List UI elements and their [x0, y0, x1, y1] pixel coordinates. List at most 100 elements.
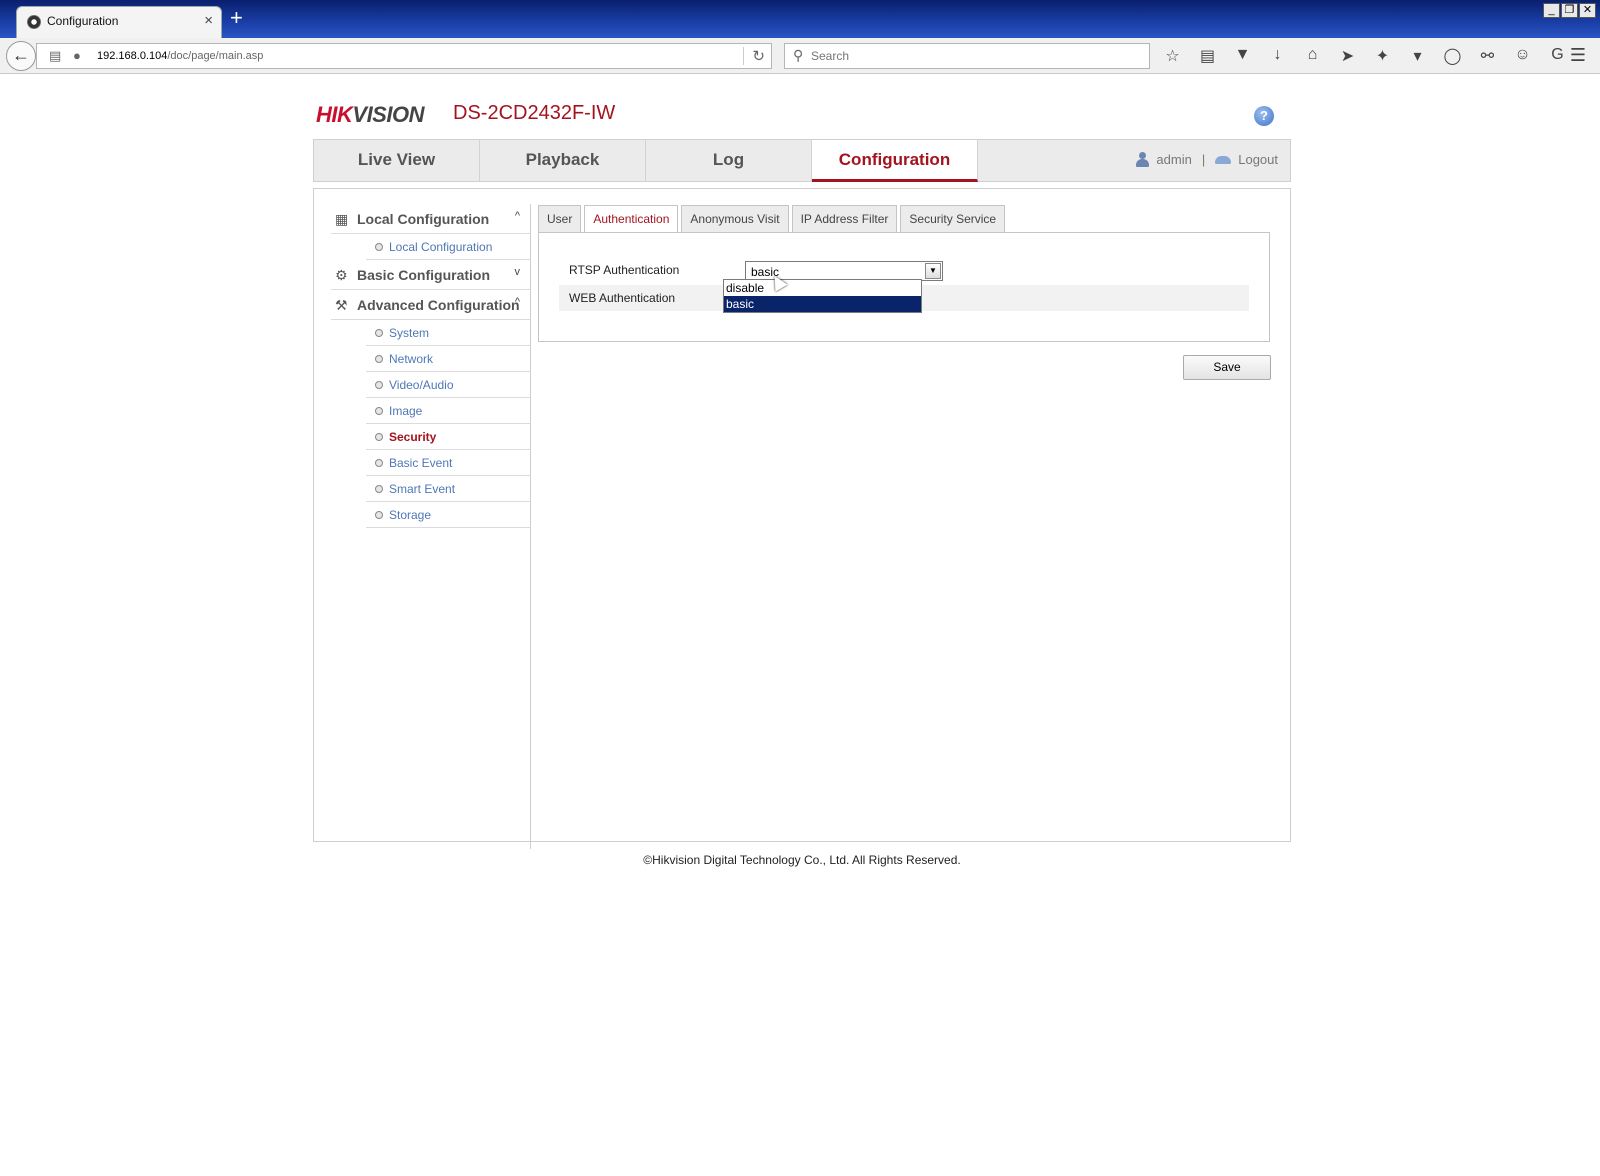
send-icon[interactable]: ➤ [1337, 46, 1358, 66]
sidebar-section-advanced[interactable]: ⚒ Advanced Configuration ^ [331, 290, 530, 320]
option-disable[interactable]: disable [724, 280, 921, 296]
gear-icon: ⚙ [335, 267, 348, 283]
separator: | [1201, 152, 1206, 167]
username: admin [1156, 152, 1192, 167]
chevron-down-icon[interactable]: ▼ [925, 263, 941, 279]
sync-icon[interactable]: ⚯ [1477, 46, 1498, 66]
minimize-button[interactable]: _ [1543, 3, 1560, 18]
reload-icon[interactable]: ↻ [743, 47, 765, 65]
url-bar[interactable]: ▤ ● 192.168.0.104/doc/page/main.asp ↻ [36, 43, 772, 69]
chat-icon[interactable]: ☺ [1512, 46, 1533, 66]
window-controls: _ ❐ ✕ [1543, 3, 1596, 18]
browser-search[interactable]: ⚲ [784, 43, 1150, 69]
bullet-icon [375, 243, 383, 251]
rtsp-auth-dropdown-list: disable basic [723, 279, 922, 313]
sidebar-item-basic-event[interactable]: Basic Event [366, 450, 530, 476]
nav-tab-log[interactable]: Log [646, 140, 812, 182]
user-icon [1135, 152, 1150, 167]
sidebar-section-local[interactable]: ▦ Local Configuration ^ [331, 204, 530, 234]
tab-anonymous-visit[interactable]: Anonymous Visit [681, 205, 789, 233]
toolbar-icons: ☆ ▤ ▼ ↓ ⌂ ➤ ✦ ▾ ◯ ⚯ ☺ G [1162, 46, 1568, 66]
sidebar-item-label: Smart Event [389, 482, 456, 496]
history-icon[interactable]: ▤ [49, 48, 61, 64]
new-tab-button[interactable]: + [230, 6, 243, 30]
tab-authentication[interactable]: Authentication [584, 205, 679, 233]
bullet-icon [375, 407, 383, 415]
web-page: HIKVISION DS-2CD2432F-IW ? Live View Pla… [0, 74, 1600, 1176]
pocket-icon[interactable]: ▼ [1232, 46, 1253, 66]
sidebar-item-label: Network [389, 352, 434, 366]
nav-tab-playback[interactable]: Playback [480, 140, 646, 182]
device-model: DS-2CD2432F-IW [453, 102, 616, 124]
security-subtabs: User Authentication Anonymous Visit IP A… [538, 205, 1006, 233]
option-basic[interactable]: basic [724, 296, 921, 312]
sidebar-item-storage[interactable]: Storage [366, 502, 530, 528]
reading-list-icon[interactable]: ▤ [1197, 46, 1218, 66]
download-icon[interactable]: ↓ [1267, 46, 1288, 66]
hamburger-menu-icon[interactable]: ☰ [1570, 45, 1586, 66]
tab-user[interactable]: User [538, 205, 582, 233]
logout-link[interactable]: Logout [1238, 152, 1278, 167]
bullet-icon [375, 381, 383, 389]
sidebar-item-system[interactable]: System [366, 320, 530, 346]
chevron-down-icon[interactable]: v [515, 266, 521, 278]
sidebar-item-label: Video/Audio [389, 378, 454, 392]
restore-button[interactable]: ❐ [1561, 3, 1578, 18]
rtsp-auth-label: RTSP Authentication [569, 263, 680, 277]
addon-icon[interactable]: ✦ [1372, 46, 1393, 66]
url-text[interactable]: 192.168.0.104/doc/page/main.asp [97, 50, 263, 62]
translate-icon[interactable]: G [1547, 46, 1568, 66]
sidebar-section-basic[interactable]: ⚙ Basic Configuration v [331, 260, 530, 290]
browser-titlebar: Configuration × + _ ❐ ✕ [0, 0, 1600, 38]
tab-close-icon[interactable]: × [204, 12, 213, 29]
section-label: Basic Configuration [357, 267, 491, 283]
search-icon: ⚲ [793, 47, 804, 63]
bullet-icon [375, 511, 383, 519]
chevron-up-icon[interactable]: ^ [515, 210, 520, 222]
sidebar-item-network[interactable]: Network [366, 346, 530, 372]
copyright-footer: ©Hikvision Digital Technology Co., Ltd. … [643, 853, 961, 867]
monitor-icon: ▦ [335, 211, 349, 227]
save-button[interactable]: Save [1183, 355, 1271, 380]
sidebar-item-label: Image [389, 404, 423, 418]
section-label: Advanced Configuration [357, 297, 520, 313]
droplet-icon[interactable]: ◯ [1442, 46, 1463, 66]
sidebar-item-label: Basic Event [389, 456, 453, 470]
close-window-button[interactable]: ✕ [1579, 3, 1596, 18]
browser-tab-title: Configuration [47, 14, 119, 28]
hikvision-logo: HIKVISION [316, 102, 424, 127]
bullet-icon [375, 355, 383, 363]
sidebar-item-security[interactable]: Security [366, 424, 530, 450]
search-input[interactable] [811, 49, 1141, 63]
user-area: admin | Logout [1135, 152, 1278, 167]
wrench-icon: ⚒ [335, 297, 348, 313]
main-navigation: Live View Playback Log Configuration adm… [313, 139, 1291, 182]
help-icon[interactable]: ? [1254, 106, 1274, 126]
web-auth-label: WEB Authentication [569, 291, 676, 305]
nav-tab-live-view[interactable]: Live View [314, 140, 480, 182]
sidebar-item-label: Storage [389, 508, 432, 522]
sidebar-item-video-audio[interactable]: Video/Audio [366, 372, 530, 398]
bullet-icon [375, 433, 383, 441]
sidebar-item-smart-event[interactable]: Smart Event [366, 476, 530, 502]
sidebar-item-label: Security [389, 430, 437, 444]
bullet-icon [375, 329, 383, 337]
back-button[interactable]: ← [6, 41, 36, 71]
home-icon[interactable]: ⌂ [1302, 46, 1323, 66]
sidebar-item-local-configuration[interactable]: Local Configuration [366, 234, 530, 260]
site-info-icon[interactable]: ● [73, 48, 81, 63]
addon-dropdown-icon[interactable]: ▾ [1407, 46, 1428, 66]
browser-tab[interactable]: Configuration × [16, 6, 222, 38]
bullet-icon [375, 485, 383, 493]
tab-ip-address-filter[interactable]: IP Address Filter [791, 205, 898, 233]
bullet-icon [375, 459, 383, 467]
section-label: Local Configuration [357, 211, 490, 227]
chevron-up-icon[interactable]: ^ [515, 296, 520, 308]
sidebar-item-image[interactable]: Image [366, 398, 530, 424]
nav-tab-configuration[interactable]: Configuration [812, 140, 978, 182]
logout-icon[interactable] [1215, 154, 1232, 166]
bookmark-star-icon[interactable]: ☆ [1162, 46, 1183, 66]
config-sidebar: ▦ Local Configuration ^ Local Configurat… [331, 204, 531, 849]
tab-security-service[interactable]: Security Service [900, 205, 1006, 233]
sidebar-item-label: Local Configuration [389, 240, 493, 254]
